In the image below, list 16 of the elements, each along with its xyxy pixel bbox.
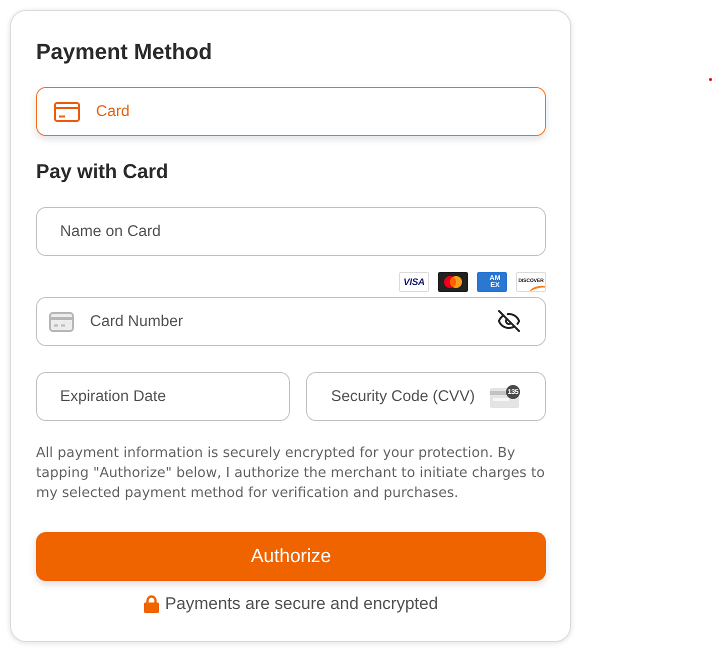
dot-icon (709, 78, 712, 81)
payment-method-option[interactable]: Card (36, 87, 546, 136)
disclaimer-text: All payment information is securely encrypted for your protection. By tapping "Authorize" below, I authorize the merchant to initiate charges to my selected payment method for verification and purchases. (36, 444, 546, 503)
eye-off-icon[interactable] (497, 309, 521, 333)
expiration-input-field[interactable]: Expiration Date (36, 372, 290, 421)
credit-card-icon (54, 102, 80, 122)
secure-note: Payments are secure and encrypted (164, 593, 438, 615)
card-brand-logo: VISA (399, 272, 429, 292)
credit-card-icon (49, 312, 74, 332)
payment-method-heading: Payment Method (36, 38, 214, 66)
section-heading: Pay with Card (36, 160, 170, 185)
lock-icon (144, 595, 159, 613)
card-number-field[interactable]: Card Number (36, 297, 546, 346)
circles-logo-icon (438, 272, 468, 292)
authorize-button[interactable]: Authorize (36, 532, 546, 581)
name-input-field[interactable]: Name on Card (36, 207, 546, 256)
